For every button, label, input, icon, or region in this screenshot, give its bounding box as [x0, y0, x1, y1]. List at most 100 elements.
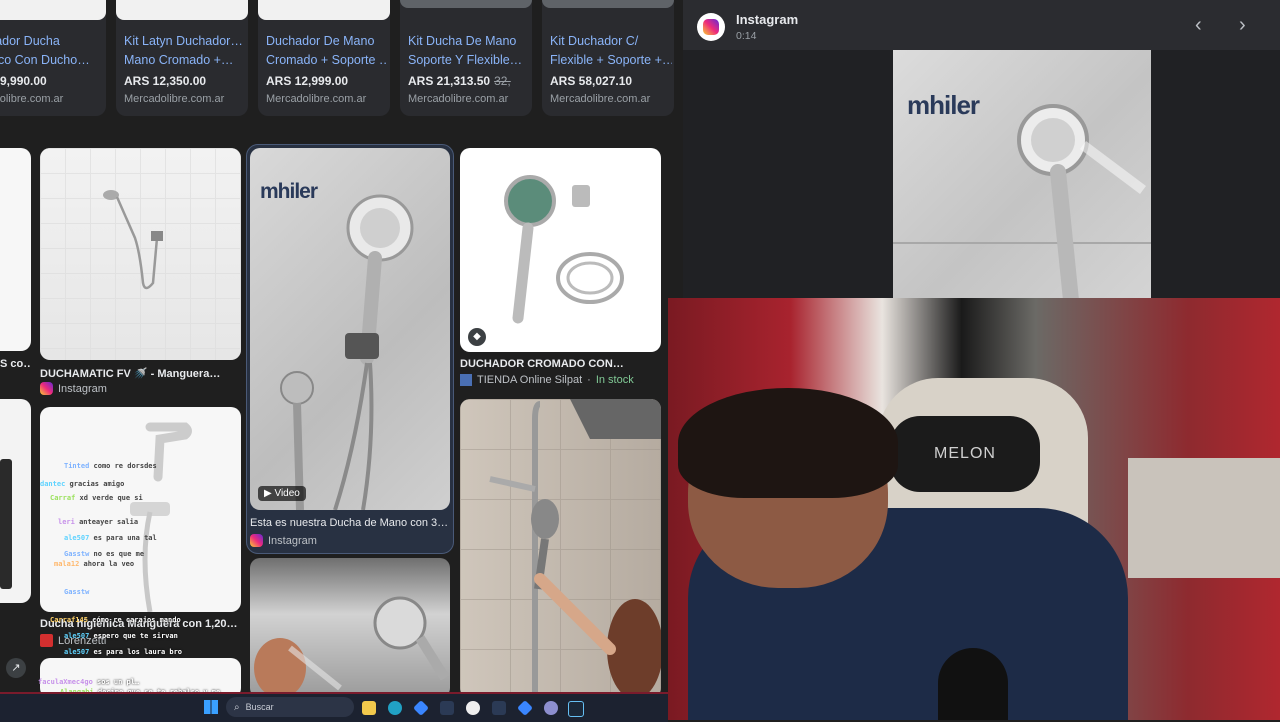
shower-photo [254, 596, 450, 698]
product-price: ARS 12,350.00 [124, 74, 207, 88]
preview-site-name[interactable]: Instagram [736, 12, 798, 27]
shopping-card[interactable]: rivador Ducha talico Con Ducho… S 59,990… [0, 0, 106, 116]
product-image [0, 459, 12, 589]
chat-message: ale507 espero que te sirvan [64, 632, 178, 640]
preview-panel: Instagram 0:14 ‹ › mhiler [683, 0, 1280, 300]
shower-hose-image [103, 190, 163, 290]
product-price: S 59,990.00 [0, 74, 47, 88]
image-result-shower-woman[interactable] [250, 558, 450, 698]
shopping-card[interactable]: Kit Latyn Duchador De Mano Cromado +… AR… [116, 0, 248, 116]
result-title[interactable]: S co… [0, 358, 30, 370]
app-icon[interactable] [413, 700, 429, 716]
streamer-hair [678, 388, 898, 498]
product-title-line2[interactable]: Flexible + Soporte +… [550, 51, 672, 70]
taskbar-search[interactable]: ⌕ Buscar [226, 697, 354, 717]
shopping-card[interactable]: Duchador De Mano Cromado + Soporte … ARS… [258, 0, 390, 116]
shopping-tag-icon: ◆ [468, 328, 486, 346]
stream-chat-overlay: Tinted como re dorsdes dantec gracias am… [38, 460, 240, 704]
windows-taskbar: ⌕ Buscar [0, 692, 668, 722]
instagram-icon [250, 534, 263, 547]
preview-duration: 0:14 [736, 30, 757, 42]
chat-message: mala12 ahora la veo [54, 560, 135, 568]
shower-column-image [489, 399, 661, 698]
product-price: ARS 12,999.00 [266, 74, 349, 88]
store-icon [460, 374, 472, 386]
result-source: Instagram [250, 534, 317, 547]
chat-message: leri anteayer salia [58, 518, 139, 526]
result-source: Instagram [40, 382, 107, 395]
steam-icon[interactable] [568, 701, 584, 717]
shopping-strip: rivador Ducha talico Con Ducho… S 59,990… [0, 0, 683, 120]
microphone [938, 648, 1008, 720]
audio-app-icon[interactable] [492, 701, 506, 715]
instagram-icon [697, 13, 725, 41]
product-thumbnail [400, 0, 532, 8]
chat-message: Gasstw no es que me [64, 550, 145, 558]
chair-brand: MELON [934, 445, 996, 462]
product-source: Mercadolibre.com.ar [266, 93, 367, 105]
previous-arrow-icon[interactable]: ‹ [1195, 14, 1202, 37]
search-placeholder: Buscar [245, 702, 274, 712]
shelf [1128, 458, 1280, 578]
preview-image[interactable]: mhiler [893, 50, 1151, 300]
product-source: Mercadolibre.com.ar [124, 93, 225, 105]
obs-icon[interactable] [466, 701, 480, 715]
shopping-card[interactable]: Kit Duchador C/ Flexible + Soporte +… AR… [542, 0, 674, 116]
image-result-mhiler-video[interactable]: mhiler ▶ Video [250, 148, 450, 510]
stock-status: In stock [595, 374, 634, 386]
product-title-line2[interactable]: talico Con Ducho… [0, 51, 104, 70]
browser-icon[interactable] [544, 701, 558, 715]
product-title[interactable]: Duchador De Mano [266, 32, 388, 51]
product-title[interactable]: Kit Duchador C/ [550, 32, 672, 51]
image-result-duchador-cromado[interactable]: ◆ [460, 148, 661, 352]
result-title[interactable]: DUCHAMATIC FV 🚿 - Manguera… [40, 367, 241, 380]
product-thumbnail [542, 0, 674, 8]
product-title-line2[interactable]: Mano Cromado +… [124, 51, 246, 70]
product-title[interactable]: Kit Ducha De Mano [408, 32, 530, 51]
chat-message: ale507 es para los laura bro [64, 648, 183, 656]
search-icon: ⌕ [234, 701, 240, 713]
product-source: cadolibre.com.ar [0, 93, 64, 105]
app-icon[interactable] [517, 700, 533, 716]
product-title[interactable]: Kit Latyn Duchador De [124, 32, 246, 51]
shower-kit-image [504, 175, 624, 324]
product-thumbnail [116, 0, 248, 20]
audio-app-icon[interactable] [440, 701, 454, 715]
result-source: TIENDA Online Silpat · In stock [460, 374, 634, 386]
image-result-duchamatic[interactable] [40, 148, 241, 360]
instagram-icon [40, 382, 53, 395]
handheld-shower-image [1017, 104, 1146, 300]
chat-message: Tinted como re dorsdes [64, 462, 157, 470]
chair-pillow: MELON [890, 416, 1040, 492]
file-explorer-icon[interactable] [362, 701, 376, 715]
shopping-card[interactable]: Kit Ducha De Mano Soporte Y Flexible… AR… [400, 0, 532, 116]
product-source: Mercadolibre.com.ar [550, 93, 651, 105]
product-source: Mercadolibre.com.ar [408, 93, 509, 105]
product-thumbnail [258, 0, 390, 20]
result-title[interactable]: DUCHADOR CROMADO CON… [460, 358, 661, 370]
webcam-feed: MELON [668, 298, 1280, 720]
product-price: ARS 58,027.10 [550, 74, 633, 88]
edge-icon[interactable] [388, 701, 402, 715]
windows-start-icon[interactable] [204, 700, 218, 714]
product-price: ARS 21,313.50 32, [408, 74, 511, 88]
chat-message: dantec gracias amigo [40, 480, 125, 488]
product-title-line2[interactable]: Soporte Y Flexible… [408, 51, 530, 70]
image-result-rain-shower[interactable] [460, 399, 661, 698]
external-link-icon[interactable]: ↗ [6, 658, 26, 678]
handheld-shower-image [280, 194, 414, 510]
product-title[interactable]: rivador Ducha [0, 32, 104, 51]
result-title[interactable]: Esta es nuestra Ducha de Mano con 3… [250, 517, 450, 529]
chat-message: ale507 es para una tal [64, 534, 157, 542]
old-price: 32, [494, 74, 511, 88]
image-result-left-cut[interactable] [0, 148, 31, 351]
chat-message: faculaXmec4go sos un pl… [38, 678, 140, 686]
next-arrow-icon[interactable]: › [1239, 14, 1246, 37]
product-title-line2[interactable]: Cromado + Soporte … [266, 51, 388, 70]
chat-message: Gasstw [64, 588, 90, 596]
product-thumbnail [0, 0, 106, 20]
image-result-left-cut[interactable] [0, 399, 31, 603]
video-badge: ▶ Video [258, 486, 306, 501]
brand-logo: mhiler [907, 90, 980, 120]
chat-message: Carraf xd verde que si [50, 494, 143, 502]
